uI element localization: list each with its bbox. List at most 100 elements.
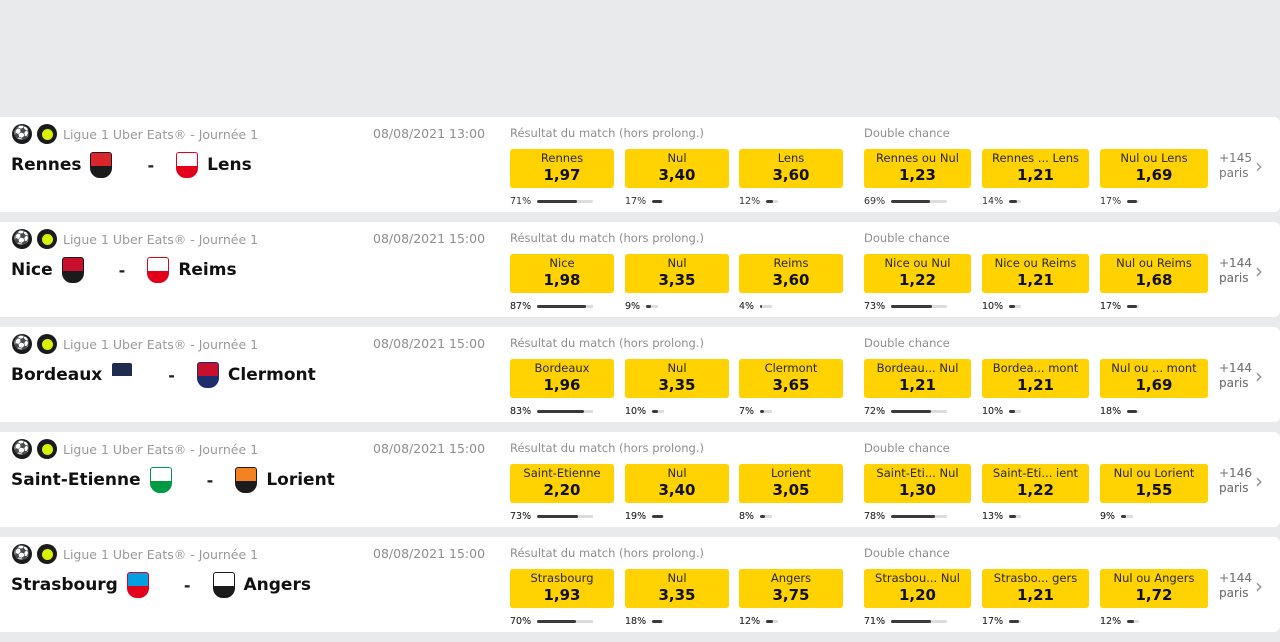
- bet-share-track: [891, 304, 948, 308]
- bet-share-track: [652, 514, 665, 518]
- teams-row[interactable]: Strasbourg - Angers: [11, 572, 311, 598]
- more-bets-button[interactable]: +144 paris ›: [1219, 361, 1277, 395]
- bet-share-indicator: 12%: [1100, 615, 1140, 627]
- bet-share-fill: [537, 409, 584, 413]
- away-team-name[interactable]: Clermont: [228, 365, 316, 385]
- home-team-name[interactable]: Rennes: [11, 155, 81, 175]
- more-bets-label: paris: [1219, 376, 1249, 390]
- odds-value: 1,68: [1135, 271, 1173, 289]
- odds-button[interactable]: Strasbou... Nul1,20: [864, 569, 971, 608]
- away-team-name[interactable]: Angers: [244, 575, 311, 595]
- odds-button[interactable]: Lorient3,05: [739, 464, 843, 503]
- odds-value: 1,21: [1016, 166, 1054, 184]
- teams-row[interactable]: Rennes - Lens: [11, 152, 252, 178]
- match-card[interactable]: ⚽ Ligue 1 Uber Eats® - Journée 1 08/08/2…: [0, 327, 1280, 422]
- odds-button[interactable]: Nul3,40: [625, 464, 729, 503]
- odds-button[interactable]: Strasbo... gers1,21: [982, 569, 1089, 608]
- odds-button[interactable]: Nice1,98: [510, 254, 614, 293]
- bet-share-track: [652, 619, 665, 623]
- odds-selection-label: Nice ou Reims: [994, 256, 1077, 270]
- more-bets-button[interactable]: +146 paris ›: [1219, 466, 1277, 500]
- away-team-name[interactable]: Lens: [207, 155, 252, 175]
- bet-share-indicator: 73%: [864, 300, 948, 312]
- away-team-name[interactable]: Reims: [178, 260, 236, 280]
- market-label-double-chance: Double chance: [864, 336, 950, 350]
- league-label: Ligue 1 Uber Eats® - Journée 1: [63, 546, 259, 562]
- match-card[interactable]: ⚽ Ligue 1 Uber Eats® - Journée 1 08/08/2…: [0, 432, 1280, 527]
- home-team-name[interactable]: Strasbourg: [11, 575, 118, 595]
- odds-button[interactable]: Bordeaux1,96: [510, 359, 614, 398]
- odds-button[interactable]: Bordeau... Nul1,21: [864, 359, 971, 398]
- bet-share-fill: [766, 619, 773, 623]
- bet-share-indicator: 18%: [625, 615, 665, 627]
- home-team-name[interactable]: Saint-Etienne: [11, 470, 141, 490]
- odds-button[interactable]: Nul3,35: [625, 359, 729, 398]
- odds-button[interactable]: Rennes 1,97: [510, 149, 614, 188]
- odds-button[interactable]: Bordea... mont1,21: [982, 359, 1089, 398]
- match-card[interactable]: ⚽ Ligue 1 Uber Eats® - Journée 1 08/08/2…: [0, 222, 1280, 317]
- odds-value: 3,05: [772, 481, 810, 499]
- top-empty-area: [0, 0, 1280, 117]
- odds-value: 1,69: [1135, 376, 1173, 394]
- odds-button[interactable]: Lens 3,60: [739, 149, 843, 188]
- bet-share-percent: 73%: [864, 300, 886, 312]
- more-bets-count: +146: [1219, 466, 1252, 480]
- odds-button[interactable]: Reims3,60: [739, 254, 843, 293]
- bet-share-indicator: 87%: [510, 300, 594, 312]
- bet-share-track: [646, 304, 659, 308]
- odds-button[interactable]: Nul3,35: [625, 254, 729, 293]
- bet-share-indicator: 17%: [1100, 195, 1140, 207]
- odds-button[interactable]: Angers3,75: [739, 569, 843, 608]
- odds-button[interactable]: Nice ou Reims1,21: [982, 254, 1089, 293]
- odds-button[interactable]: Nul ou ... mont1,69: [1100, 359, 1208, 398]
- match-card[interactable]: ⚽ Ligue 1 Uber Eats® - Journée 1 08/08/2…: [0, 537, 1280, 632]
- bet-share-percent: 17%: [1100, 195, 1122, 207]
- bet-share-percent: 12%: [739, 615, 761, 627]
- odds-button[interactable]: Rennes ou Nul 1,23: [864, 149, 971, 188]
- odds-button[interactable]: Nul ou Angers1,72: [1100, 569, 1208, 608]
- more-bets-button[interactable]: +144 paris ›: [1219, 571, 1277, 605]
- more-bets-button[interactable]: +144 paris ›: [1219, 256, 1277, 290]
- away-team-name[interactable]: Lorient: [266, 470, 334, 490]
- teams-row[interactable]: Bordeaux - Clermont: [11, 362, 316, 388]
- bet-share-track: [766, 619, 779, 623]
- teams-row[interactable]: Nice - Reims: [11, 257, 237, 283]
- more-bets-button[interactable]: +145 paris ›: [1219, 151, 1277, 185]
- away-team-crest-icon: [196, 362, 219, 388]
- odds-button[interactable]: Nul3,40: [625, 149, 729, 188]
- odds-button[interactable]: Saint-Eti... Nul1,30: [864, 464, 971, 503]
- odds-selection-label: Saint-Eti... Nul: [876, 466, 959, 480]
- football-icon: ⚽: [12, 229, 32, 249]
- odds-value: 1,21: [898, 376, 936, 394]
- bet-share-percent: 12%: [739, 195, 761, 207]
- odds-button[interactable]: Clermont3,65: [739, 359, 843, 398]
- bet-share-track: [1127, 409, 1140, 413]
- bet-share-indicator: 17%: [982, 615, 1022, 627]
- teams-row[interactable]: Saint-Etienne - Lorient: [11, 467, 335, 493]
- bet-share-percent: 17%: [625, 195, 647, 207]
- match-card[interactable]: ⚽ Ligue 1 Uber Eats® - Journée 1 08/08/2…: [0, 117, 1280, 212]
- bet-share-track: [537, 409, 594, 413]
- odds-button[interactable]: Nul ou Lens 1,69: [1100, 149, 1208, 188]
- market-label-double-chance: Double chance: [864, 441, 950, 455]
- odds-button[interactable]: Nul ou Reims1,68: [1100, 254, 1208, 293]
- odds-button[interactable]: Saint-Etienne2,20: [510, 464, 614, 503]
- odds-button[interactable]: Strasbourg1,93: [510, 569, 614, 608]
- home-team-name[interactable]: Nice: [11, 260, 53, 280]
- home-team-name[interactable]: Bordeaux: [11, 365, 102, 385]
- chevron-right-icon: ›: [1255, 154, 1263, 178]
- odds-button[interactable]: Nice ou Nul1,22: [864, 254, 971, 293]
- bet-share-track: [891, 619, 948, 623]
- away-team-crest-icon: [235, 467, 258, 493]
- odds-button[interactable]: Rennes ... Lens 1,21: [982, 149, 1089, 188]
- bet-share-percent: 17%: [982, 615, 1004, 627]
- odds-button[interactable]: Nul3,35: [625, 569, 729, 608]
- bet-share-percent: 19%: [625, 510, 647, 522]
- odds-selection-label: Nul: [667, 151, 687, 165]
- bet-share-percent: 70%: [510, 615, 532, 627]
- odds-button[interactable]: Saint-Eti... ient1,22: [982, 464, 1089, 503]
- odds-button[interactable]: Nul ou Lorient1,55: [1100, 464, 1208, 503]
- odds-value: 3,60: [772, 271, 810, 289]
- odds-selection-label: Nice: [549, 256, 575, 270]
- bet-share-indicator: 14%: [982, 195, 1022, 207]
